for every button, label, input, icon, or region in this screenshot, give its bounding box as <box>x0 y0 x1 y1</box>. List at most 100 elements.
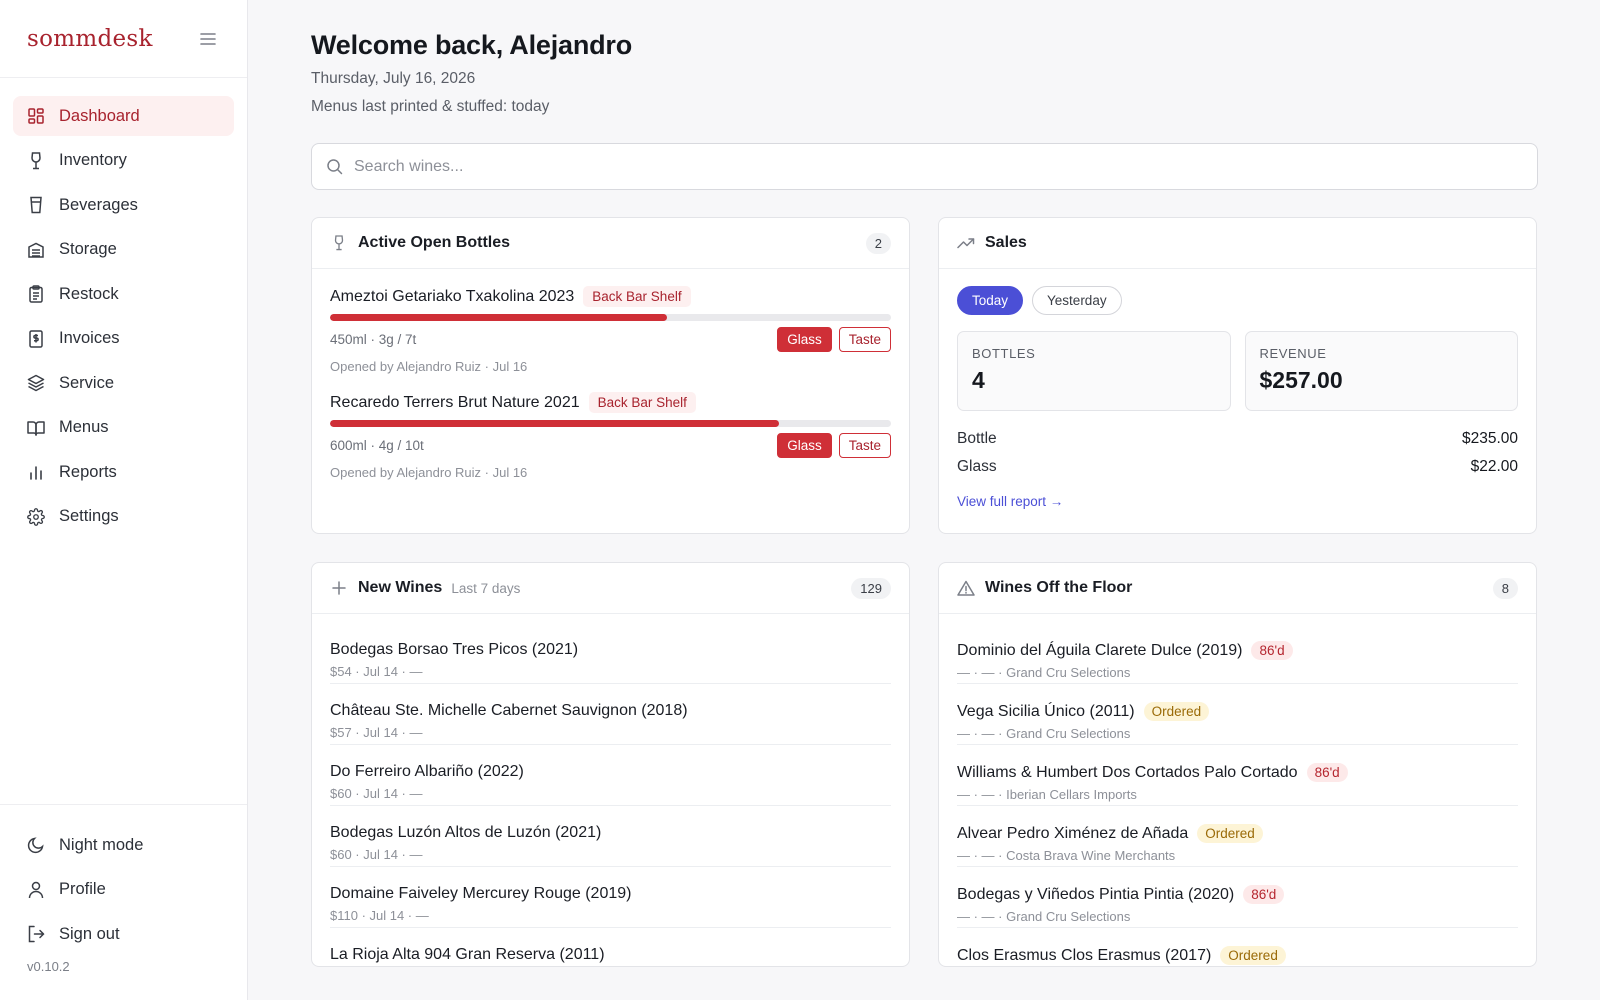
wine-name: La Rioja Alta 904 Gran Reserva (2011) <box>330 946 605 963</box>
list-item[interactable]: Bodegas Borsao Tres Picos (2021) $54 · J… <box>330 623 891 684</box>
stat-value: $257.00 <box>1259 367 1343 393</box>
list-item[interactable]: Vega Sicilia Único (2011) Ordered — · — ·… <box>957 684 1518 745</box>
pour-taste-button[interactable]: Taste <box>838 327 891 352</box>
sales-row-amount: $235.00 <box>1461 430 1518 447</box>
trending-up-icon <box>957 234 975 252</box>
bottle-name[interactable]: Ameztoi Getariako Txakolina 2023 <box>330 288 574 306</box>
list-item[interactable]: Château Ste. Michelle Cabernet Sauvignon… <box>330 684 891 745</box>
list-item[interactable]: Alvear Pedro Ximénez de Añada Ordered — ·… <box>957 806 1518 867</box>
night-mode-label: Night mode <box>59 835 144 854</box>
dashboard-grid-icon <box>27 107 45 125</box>
wine-name: Williams & Humbert Dos Cortados Palo Cor… <box>957 763 1298 781</box>
list-item[interactable]: Dominio del Águila Clarete Dulce (2019) 8… <box>957 623 1518 684</box>
pour-taste-button[interactable]: Taste <box>838 433 891 458</box>
wine-glass-icon <box>330 234 348 252</box>
wine-glass-icon <box>27 151 45 170</box>
card-title: Sales <box>985 234 1027 251</box>
wine-meta: — · — · Iberian Cellars Imports <box>957 787 1137 802</box>
wine-meta: $57 · Jul 14 · — <box>330 725 423 740</box>
main-content: Welcome back, Alejandro Thursday, July 1… <box>248 0 1600 1000</box>
open-bottles-card: Active Open Bottles 2 Ameztoi Getariako … <box>311 217 910 534</box>
wine-meta: $54 · Jul 14 · — <box>330 664 423 679</box>
wine-name: Dominio del Águila Clarete Dulce (2019) <box>957 641 1243 659</box>
wine-name: Do Ferreiro Albariño (2022) <box>330 763 524 780</box>
progress-fill <box>330 420 779 427</box>
sales-stats: BOTTLES 4 REVENUE $257.00 <box>957 331 1518 411</box>
profile-link[interactable]: Profile <box>13 870 234 910</box>
new-wines-list: Bodegas Borsao Tres Picos (2021) $54 · J… <box>312 614 909 966</box>
list-item[interactable]: Clos Erasmus Clos Erasmus (2017) Ordered <box>957 928 1518 966</box>
sidebar-item-reports[interactable]: Reports <box>13 452 234 492</box>
list-item[interactable]: La Rioja Alta 904 Gran Reserva (2011) <box>330 928 891 966</box>
sales-card: Sales Today Yesterday BOTTLES 4 REVENUE <box>938 217 1537 534</box>
sales-row-label: Bottle <box>957 430 997 447</box>
list-item[interactable]: Do Ferreiro Albariño (2022) $60 · Jul 14… <box>330 745 891 806</box>
off-floor-card: Wines Off the Floor 8 Dominio del Águila… <box>938 562 1537 967</box>
stat-label: REVENUE <box>1259 346 1327 361</box>
moon-icon <box>27 836 45 854</box>
brand-logo[interactable]: sommdesk <box>27 26 153 52</box>
view-full-report-link[interactable]: View full report → <box>957 494 1063 509</box>
search-input[interactable] <box>354 157 1523 176</box>
bottle-name[interactable]: Recaredo Terrers Brut Nature 2021 <box>330 394 580 412</box>
sales-row-bottle: Bottle $235.00 <box>957 430 1518 448</box>
sidebar-item-storage[interactable]: Storage <box>13 230 234 270</box>
card-title: Wines Off the Floor <box>985 579 1133 596</box>
sales-header: Sales <box>939 218 1536 269</box>
sidebar-item-menus[interactable]: Menus <box>13 408 234 448</box>
sign-out-button[interactable]: Sign out <box>13 914 234 954</box>
location-badge: Back Bar Shelf <box>588 392 696 413</box>
tab-today[interactable]: Today <box>957 286 1024 315</box>
sidebar-item-dashboard[interactable]: Dashboard <box>13 96 234 136</box>
sidebar-item-beverages[interactable]: Beverages <box>13 185 234 225</box>
status-badge: Ordered <box>1220 946 1286 965</box>
bottle-meta: 600ml · 4g / 10t <box>330 438 424 453</box>
app-version: v0.10.2 <box>27 958 70 974</box>
revenue-stat: REVENUE $257.00 <box>1244 331 1518 411</box>
sidebar-item-label: Reports <box>59 462 117 481</box>
opened-by: Opened by Alejandro Ruiz · Jul 16 <box>330 359 528 374</box>
pour-glass-button[interactable]: Glass <box>777 433 832 458</box>
menus-printed-status: Menus last printed & stuffed: today <box>311 98 550 115</box>
gear-icon <box>27 507 45 526</box>
storage-icon <box>27 241 45 259</box>
night-mode-toggle[interactable]: Night mode <box>13 825 234 865</box>
current-date: Thursday, July 16, 2026 <box>311 70 476 87</box>
status-badge: 86'd <box>1243 885 1285 904</box>
profile-label: Profile <box>59 880 106 898</box>
sidebar-item-settings[interactable]: Settings <box>13 497 234 537</box>
opened-by: Opened by Alejandro Ruiz · Jul 16 <box>330 465 528 480</box>
cup-icon <box>27 196 45 214</box>
sidebar-item-label: Menus <box>59 418 109 436</box>
sidebar-item-inventory[interactable]: Inventory <box>13 141 234 181</box>
sales-body: Today Yesterday BOTTLES 4 REVENUE $257.0… <box>939 269 1536 533</box>
sidebar-item-service[interactable]: Service <box>13 363 234 403</box>
list-item[interactable]: Bodegas y Viñedos Pintia Pintia (2020) 86… <box>957 867 1518 928</box>
tab-yesterday[interactable]: Yesterday <box>1032 286 1122 315</box>
sidebar-item-invoices[interactable]: Invoices <box>13 319 234 359</box>
search-bar[interactable] <box>311 143 1538 190</box>
off-floor-list: Dominio del Águila Clarete Dulce (2019) 8… <box>939 614 1536 966</box>
plus-icon <box>330 579 348 597</box>
sales-row-glass: Glass $22.00 <box>957 458 1518 476</box>
status-badge: 86'd <box>1306 763 1348 782</box>
wine-name: Alvear Pedro Ximénez de Añada <box>957 824 1189 842</box>
pour-glass-button[interactable]: Glass <box>777 327 832 352</box>
sidebar-item-restock[interactable]: Restock <box>13 274 234 314</box>
wine-name: Clos Erasmus Clos Erasmus (2017) <box>957 946 1212 964</box>
list-item[interactable]: Domaine Faiveley Mercurey Rouge (2019) $… <box>330 867 891 928</box>
sign-out-label: Sign out <box>59 924 120 943</box>
menu-toggle-icon[interactable] <box>195 26 221 52</box>
book-icon <box>27 419 45 437</box>
list-item[interactable]: Williams & Humbert Dos Cortados Palo Cor… <box>957 745 1518 806</box>
new-wines-card: New Wines Last 7 days 129 Bodegas Borsao… <box>311 562 910 967</box>
sidebar-item-label: Dashboard <box>59 106 140 125</box>
sidebar-item-label: Beverages <box>59 195 138 214</box>
list-item[interactable]: Bodegas Luzón Altos de Luzón (2021) $60 … <box>330 806 891 867</box>
count-badge: 2 <box>865 232 891 254</box>
open-bottles-header: Active Open Bottles 2 <box>312 218 909 269</box>
sidebar-item-label: Storage <box>59 240 117 258</box>
wine-meta: $60 · Jul 14 · — <box>330 847 423 862</box>
off-floor-header: Wines Off the Floor 8 <box>939 563 1536 614</box>
wine-name: Domaine Faiveley Mercurey Rouge (2019) <box>330 885 632 902</box>
